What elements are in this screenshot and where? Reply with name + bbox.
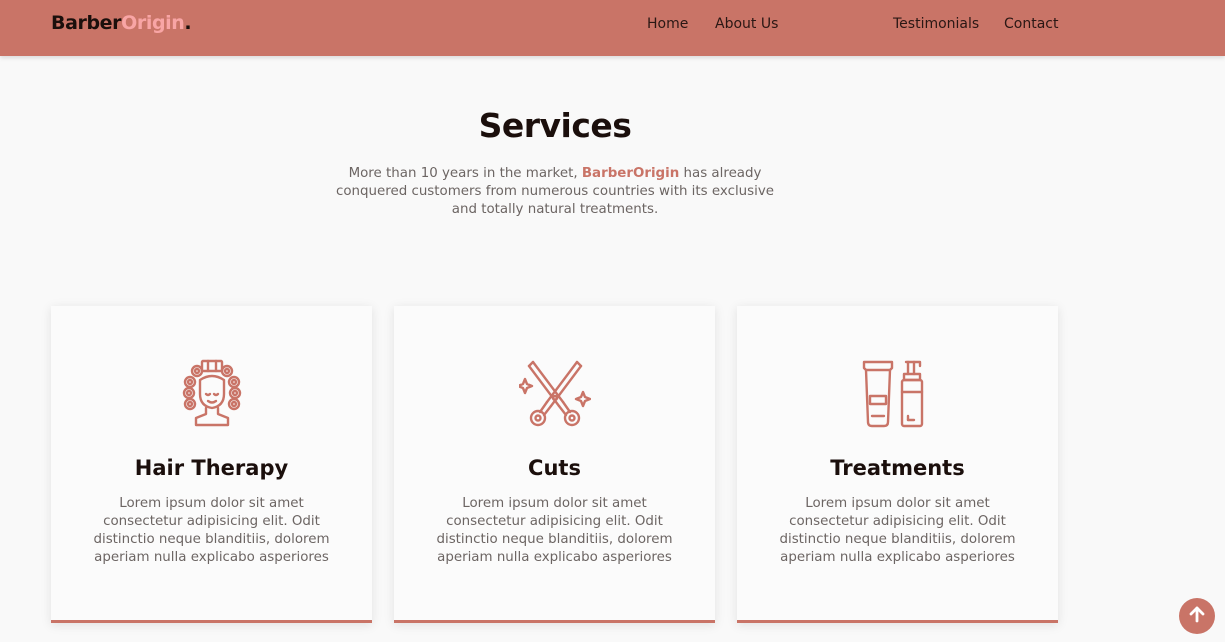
nav-link-contact[interactable]: Contact — [1004, 15, 1058, 33]
service-card-cuts: Cuts Lorem ipsum dolor sit amet consecte… — [394, 306, 715, 623]
services-title: Services — [478, 106, 632, 145]
scroll-to-top-button[interactable] — [1179, 598, 1215, 634]
nav-link-home[interactable]: Home — [647, 15, 688, 33]
logo[interactable]: BarberOrigin. — [51, 11, 192, 35]
service-card-hair-therapy: Hair Therapy Lorem ipsum dolor sit amet … — [51, 306, 372, 623]
service-card-title: Hair Therapy — [134, 456, 289, 480]
site-header: BarberOrigin. Home About Us Testimonials… — [0, 0, 1225, 56]
hair-therapy-icon — [176, 358, 248, 430]
service-card-treatments: Treatments Lorem ipsum dolor sit amet co… — [737, 306, 1058, 623]
arrow-up-icon — [1188, 605, 1206, 627]
service-card-text: Lorem ipsum dolor sit amet consectetur a… — [436, 496, 673, 565]
logo-dot: . — [184, 12, 192, 34]
treatment-bottles-icon — [862, 358, 934, 430]
service-card-text: Lorem ipsum dolor sit amet consectetur a… — [779, 496, 1016, 565]
logo-text-origin: Origin — [121, 12, 185, 34]
service-card-text: Lorem ipsum dolor sit amet consectetur a… — [93, 496, 330, 565]
logo-text-barber: Barber — [51, 12, 122, 34]
nav-link-about-us[interactable]: About Us — [715, 15, 778, 33]
nav-link-testimonials[interactable]: Testimonials — [893, 15, 979, 33]
services-desc-text-start: More than 10 years in the market, — [348, 166, 582, 181]
service-card-title: Treatments — [830, 456, 965, 480]
services-desc-brand: BarberOrigin — [581, 166, 680, 181]
scissors-icon — [516, 358, 591, 430]
service-card-title: Cuts — [528, 456, 581, 480]
services-description: More than 10 years in the market, Barber… — [332, 165, 778, 219]
